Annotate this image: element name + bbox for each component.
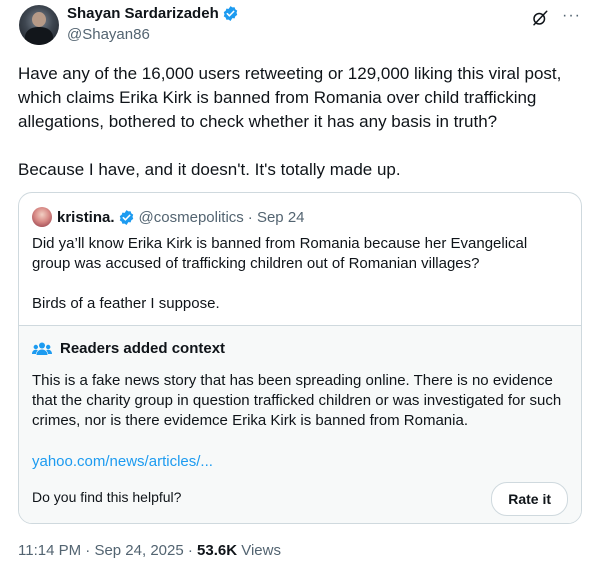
avatar-body xyxy=(25,27,53,45)
quoted-avatar xyxy=(32,207,52,227)
tweet-date[interactable]: Sep 24, 2025 xyxy=(94,542,183,559)
quoted-date: · Sep 24 xyxy=(247,208,305,226)
quoted-header: kristina. @cosmepolitics · Sep 24 xyxy=(32,207,305,227)
quoted-tweet[interactable]: kristina. @cosmepolitics · Sep 24 Did ya… xyxy=(18,192,582,524)
verified-badge-icon xyxy=(119,209,133,225)
author-name[interactable]: Shayan Sardarizadeh xyxy=(67,5,219,22)
tweet-meta: 11:14 PM · Sep 24, 2025 · 53.6K Views xyxy=(18,542,281,559)
author-name-row: Shayan Sardarizadeh xyxy=(67,5,239,22)
quoted-author-handle: @cosmepolitics xyxy=(138,208,244,226)
community-note-text: This is a fake news story that has been … xyxy=(32,372,562,429)
community-note-link[interactable]: yahoo.com/news/articles/... xyxy=(32,453,213,470)
views-label: Views xyxy=(241,542,281,559)
rate-it-button[interactable]: Rate it xyxy=(491,482,568,516)
quoted-author-name: kristina. xyxy=(57,208,115,226)
meta-separator: · xyxy=(187,542,198,559)
more-icon[interactable]: ··· xyxy=(562,7,581,25)
avatar-face xyxy=(32,12,46,27)
community-note-title-text: Readers added context xyxy=(60,340,226,357)
readers-context-icon xyxy=(32,342,52,355)
author-handle[interactable]: @Shayan86 xyxy=(67,26,150,43)
views-count: 53.6K xyxy=(197,542,238,559)
community-note: Readers added context This is a fake new… xyxy=(19,325,581,523)
community-note-title: Readers added context xyxy=(32,340,225,357)
tweet-header: Shayan Sardarizadeh @Shayan86 ··· xyxy=(18,0,585,48)
tweet-text: Have any of the 16,000 users retweeting … xyxy=(18,64,562,179)
helpful-question: Do you find this helpful? xyxy=(32,489,182,505)
quoted-text: Did ya’ll know Erika Kirk is banned from… xyxy=(32,235,528,312)
grok-icon[interactable] xyxy=(531,9,549,27)
author-avatar[interactable] xyxy=(19,5,59,45)
verified-badge-icon xyxy=(223,6,237,21)
tweet-time[interactable]: 11:14 PM xyxy=(18,542,81,559)
